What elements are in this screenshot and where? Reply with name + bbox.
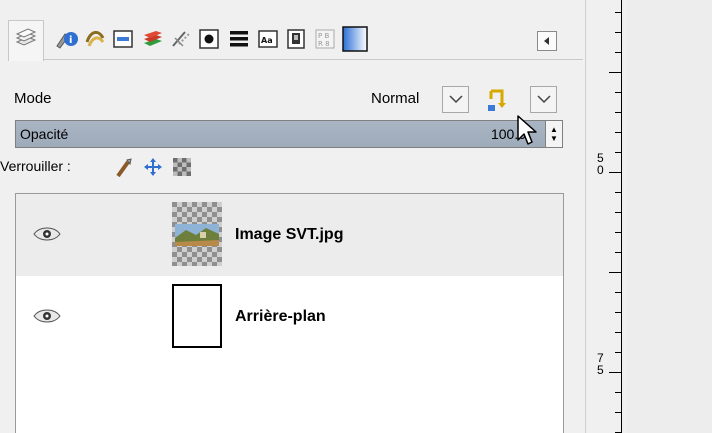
layers-list[interactable]: Image SVT.jpg Arrière-plan — [15, 193, 564, 433]
ruler-tick — [615, 252, 621, 253]
lock-position-button[interactable] — [143, 157, 163, 181]
layer-thumbnail — [172, 202, 222, 266]
reset-mode-button[interactable] — [482, 85, 512, 115]
mouse-cursor-icon — [516, 114, 538, 150]
ruler-label: 5 0 — [597, 151, 604, 177]
tab-patterns[interactable] — [226, 27, 252, 55]
ruler-tick — [615, 352, 621, 353]
triangle-left-icon — [542, 33, 552, 50]
gradients-tab-icon — [342, 26, 368, 56]
ruler-tick — [615, 92, 621, 93]
svg-text:i: i — [69, 35, 72, 46]
ruler-label: 7 5 — [597, 351, 604, 377]
tab-pointer[interactable] — [196, 27, 222, 55]
tab-tool-options[interactable]: i — [53, 27, 79, 55]
tab-paths[interactable] — [82, 27, 108, 55]
ruler-tick — [609, 72, 621, 73]
document-history-tab-icon — [285, 28, 307, 54]
chevron-down-icon — [448, 91, 463, 108]
chevron-down-icon — [536, 91, 551, 108]
layer-row[interactable]: Image SVT.jpg — [16, 194, 563, 276]
tab-brushes[interactable] — [168, 27, 194, 55]
lock-alpha-button[interactable] — [173, 158, 191, 180]
canvas-area[interactable] — [627, 0, 712, 433]
ruler-tick — [615, 292, 621, 293]
lock-pixels-button[interactable] — [114, 157, 134, 183]
ruler-tick — [615, 152, 621, 153]
fonts-tab-icon: Aa — [257, 29, 279, 53]
paintbrush-icon — [114, 158, 134, 183]
ruler-tick — [615, 212, 621, 213]
vertical-ruler[interactable]: 5 0 7 5 — [597, 0, 625, 433]
opacity-spinner[interactable]: ▲ ▼ — [545, 121, 562, 147]
layer-name[interactable]: Arrière-plan — [235, 308, 326, 326]
device-status-tab-icon: P BR 8 — [314, 28, 336, 54]
ruler-tick — [615, 192, 621, 193]
ruler-tick — [609, 172, 621, 173]
tab-underline — [42, 59, 583, 60]
svg-text:Aa: Aa — [261, 36, 273, 45]
svg-text:P B: P B — [318, 32, 329, 40]
mode-value[interactable]: Normal — [371, 90, 419, 107]
opacity-label: Opacité — [20, 126, 69, 142]
eye-icon[interactable] — [32, 306, 62, 326]
paths-tab-icon — [83, 28, 107, 54]
ruler-tick — [609, 272, 621, 273]
tab-fonts[interactable]: Aa — [255, 27, 281, 55]
channels-tab-icon — [142, 28, 164, 54]
ruler-line — [621, 0, 622, 433]
brushes-tab-icon — [169, 28, 193, 54]
panel-menu-button[interactable] — [537, 31, 557, 51]
eye-icon[interactable] — [32, 224, 62, 244]
tab-layers[interactable] — [8, 20, 44, 61]
layers-tab-icon — [14, 27, 38, 55]
tool-options-tab-icon: i — [53, 28, 79, 54]
ruler-tick — [615, 312, 621, 313]
ruler-tick — [615, 52, 621, 53]
mode-dropdown-button[interactable] — [442, 86, 469, 113]
checkerboard-icon — [173, 158, 191, 180]
ruler-tick — [615, 112, 621, 113]
mode-label: Mode — [14, 90, 52, 107]
lock-label: Verrouiller : — [0, 158, 71, 174]
ruler-tick — [615, 332, 621, 333]
layer-name[interactable]: Image SVT.jpg — [235, 226, 343, 244]
opacity-fill — [16, 121, 545, 147]
composite-dropdown-button[interactable] — [530, 86, 557, 113]
ruler-tick — [615, 232, 621, 233]
tab-gradients[interactable] — [342, 26, 368, 56]
ruler-tick — [615, 392, 621, 393]
layer-thumbnail — [172, 284, 222, 348]
swap-arrow-icon — [482, 89, 512, 119]
svg-text:R 8: R 8 — [318, 40, 330, 48]
undo-history-tab-icon — [112, 29, 134, 53]
opacity-slider[interactable]: Opacité 100.0 ▲ ▼ — [15, 120, 563, 148]
spin-down-icon: ▼ — [550, 134, 558, 143]
pointer-tab-icon — [198, 28, 220, 54]
tab-device-status[interactable]: P BR 8 — [312, 27, 338, 55]
ruler-tick — [615, 32, 621, 33]
spin-up-icon: ▲ — [550, 125, 558, 134]
tab-document-history[interactable] — [283, 27, 309, 55]
ruler-tick — [615, 12, 621, 13]
tab-channels[interactable] — [140, 27, 166, 55]
ruler-tick — [609, 372, 621, 373]
ruler-tick — [615, 132, 621, 133]
ruler-tick — [615, 412, 621, 413]
panel-divider — [585, 0, 586, 433]
patterns-tab-icon — [228, 28, 250, 54]
move-arrows-icon — [143, 158, 163, 181]
tab-undo-history[interactable] — [110, 27, 136, 55]
dock-tab-bar: i Aa P B R 8 — [0, 0, 583, 82]
layer-row[interactable]: Arrière-plan — [16, 276, 563, 358]
